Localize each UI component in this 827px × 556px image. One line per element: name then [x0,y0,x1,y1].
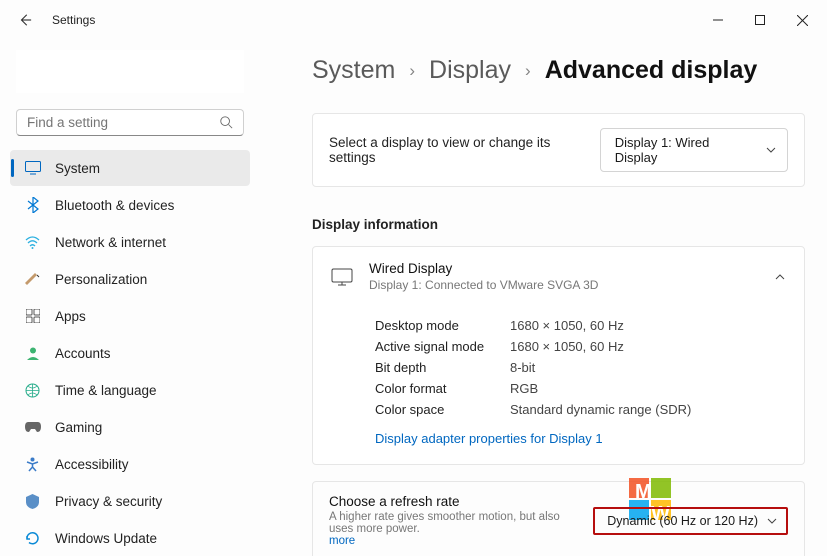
sidebar-item-label: Privacy & security [55,494,162,509]
svg-text:M: M [635,481,652,503]
sidebar-item-label: System [55,161,100,176]
sidebar-item-privacy[interactable]: Privacy & security [10,483,250,519]
network-icon [24,234,41,251]
personalization-icon [24,271,41,288]
sidebar-item-bluetooth[interactable]: Bluetooth & devices [10,187,250,223]
apps-icon [24,308,41,325]
sidebar-item-label: Accessibility [55,457,129,472]
sidebar-item-label: Bluetooth & devices [55,198,174,213]
sidebar-item-accounts[interactable]: Accounts [10,335,250,371]
sidebar-item-personalization[interactable]: Personalization [10,261,250,297]
search-icon [219,115,233,129]
kv-key: Bit depth [375,360,510,375]
close-button[interactable] [781,6,823,34]
kv-key: Desktop mode [375,318,510,333]
chevron-up-icon [774,271,786,283]
display-info-heading: Display information [312,217,805,232]
privacy-icon [24,493,41,510]
maximize-button[interactable] [739,6,781,34]
sidebar-item-accessibility[interactable]: Accessibility [10,446,250,482]
search-field[interactable] [27,115,207,130]
display-name: Wired Display [369,261,758,276]
sidebar-item-label: Personalization [55,272,147,287]
kv-value: 1680 × 1050, 60 Hz [510,339,624,354]
sidebar-item-label: Apps [55,309,86,324]
refresh-rate-value: Dynamic (60 Hz or 120 Hz) [607,514,758,528]
app-title: Settings [52,13,95,27]
chevron-right-icon: › [525,61,531,81]
minimize-button[interactable] [697,6,739,34]
chevron-down-icon [766,515,778,527]
system-icon [24,160,41,177]
kv-value: RGB [510,381,538,396]
kv-value: 1680 × 1050, 60 Hz [510,318,624,333]
breadcrumb: System › Display › Advanced display [312,56,805,85]
sidebar-item-gaming[interactable]: Gaming [10,409,250,445]
kv-key: Color format [375,381,510,396]
breadcrumb-display[interactable]: Display [429,56,511,85]
sidebar-item-label: Gaming [55,420,102,435]
sidebar-item-label: Network & internet [55,235,166,250]
breadcrumb-system[interactable]: System [312,56,395,85]
select-display-label: Select a display to view or change its s… [329,135,600,165]
back-button[interactable] [14,9,36,31]
adapter-properties-link[interactable]: Display adapter properties for Display 1 [375,431,603,446]
sidebar-item-system[interactable]: System [10,150,250,186]
sidebar-item-label: Time & language [55,383,157,398]
sidebar-item-apps[interactable]: Apps [10,298,250,334]
display-selector-value: Display 1: Wired Display [615,135,755,165]
breadcrumb-current: Advanced display [545,56,758,85]
display-selector-dropdown[interactable]: Display 1: Wired Display [600,128,788,172]
kv-key: Active signal mode [375,339,510,354]
learn-more-link[interactable]: more [329,535,579,547]
display-connection: Display 1: Connected to VMware SVGA 3D [369,278,758,292]
refresh-rate-desc: A higher rate gives smoother motion, but… [329,511,560,535]
time-language-icon [24,382,41,399]
monitor-icon [331,268,353,286]
chevron-down-icon [765,144,777,156]
refresh-rate-title: Choose a refresh rate [329,494,579,509]
sidebar-item-label: Accounts [55,346,111,361]
sidebar-item-time-language[interactable]: Time & language [10,372,250,408]
accessibility-icon [24,456,41,473]
kv-value: 8-bit [510,360,535,375]
gaming-icon [24,419,41,436]
kv-key: Color space [375,402,510,417]
sidebar-item-network[interactable]: Network & internet [10,224,250,260]
chevron-right-icon: › [409,61,415,81]
windows-update-icon [24,530,41,547]
display-info-header[interactable]: Wired Display Display 1: Connected to VM… [313,247,804,306]
sidebar-item-windows-update[interactable]: Windows Update [10,520,250,556]
search-input[interactable] [16,109,244,136]
profile-block [16,50,244,93]
kv-value: Standard dynamic range (SDR) [510,402,691,417]
refresh-rate-dropdown[interactable]: Dynamic (60 Hz or 120 Hz) [593,507,788,535]
bluetooth-icon [24,197,41,214]
sidebar-item-label: Windows Update [55,531,157,546]
accounts-icon [24,345,41,362]
